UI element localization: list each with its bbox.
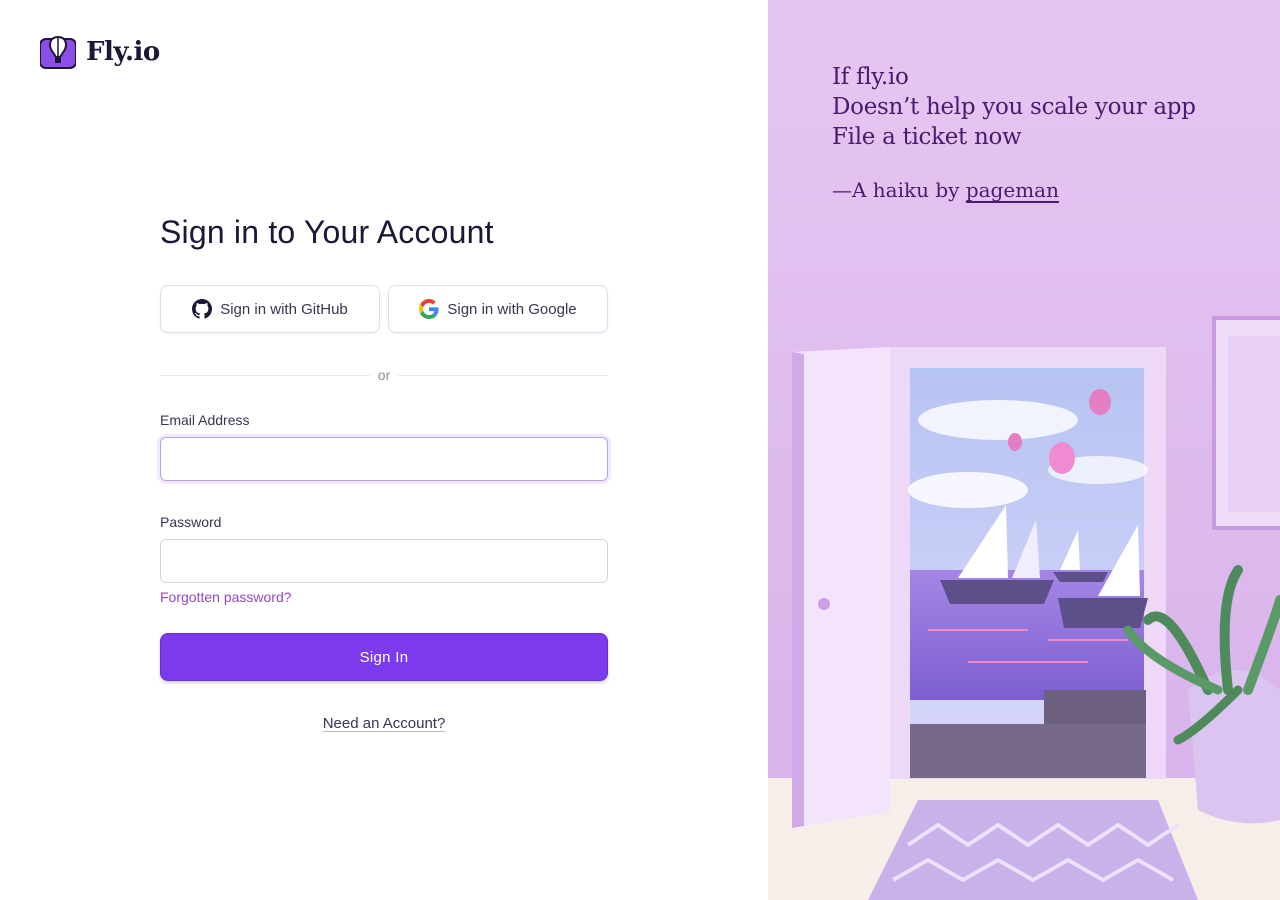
haiku-credit-prefix: —A haiku by [832,178,966,202]
google-icon [419,299,439,319]
divider-text: or [377,367,391,383]
divider-line-left [160,374,370,376]
or-divider: or [160,365,609,385]
sign-in-pane: Fly.io Sign in to Your Account Sign in w… [0,0,768,900]
password-label: Password [160,514,222,530]
need-account-link[interactable]: Need an Account? [323,715,446,732]
google-button-label: Sign in with Google [447,300,577,318]
sign-in-button[interactable]: Sign In [160,633,608,681]
illustration-pane: If fly.io Doesn’t help you scale your ap… [768,0,1280,900]
github-button-label: Sign in with GitHub [220,300,348,318]
haiku-line-3: File a ticket now [832,124,1022,150]
balloon-logo-icon [40,35,76,69]
sign-in-form: Sign in to Your Account Sign in with Git… [160,210,609,732]
email-label: Email Address [160,412,250,428]
haiku-author-link[interactable]: pageman [966,178,1059,202]
haiku-quote: If fly.io Doesn’t help you scale your ap… [832,62,1252,204]
haiku-line-1: If fly.io [832,64,909,90]
github-sign-in-button[interactable]: Sign in with GitHub [160,285,380,333]
google-sign-in-button[interactable]: Sign in with Google [388,285,608,333]
oauth-buttons: Sign in with GitHub Sign in with Google [160,285,608,333]
password-field[interactable] [160,539,608,583]
brand-logo[interactable]: Fly.io [40,35,160,69]
page-title: Sign in to Your Account [160,214,494,250]
haiku-line-2: Doesn’t help you scale your app [832,94,1196,120]
brand-name: Fly.io [86,37,160,67]
divider-line-right [398,374,609,376]
haiku-credit: —A haiku by pageman [832,176,1252,204]
email-field[interactable] [160,437,608,481]
github-icon [192,299,213,319]
forgot-password-link[interactable]: Forgotten password? [160,589,292,605]
